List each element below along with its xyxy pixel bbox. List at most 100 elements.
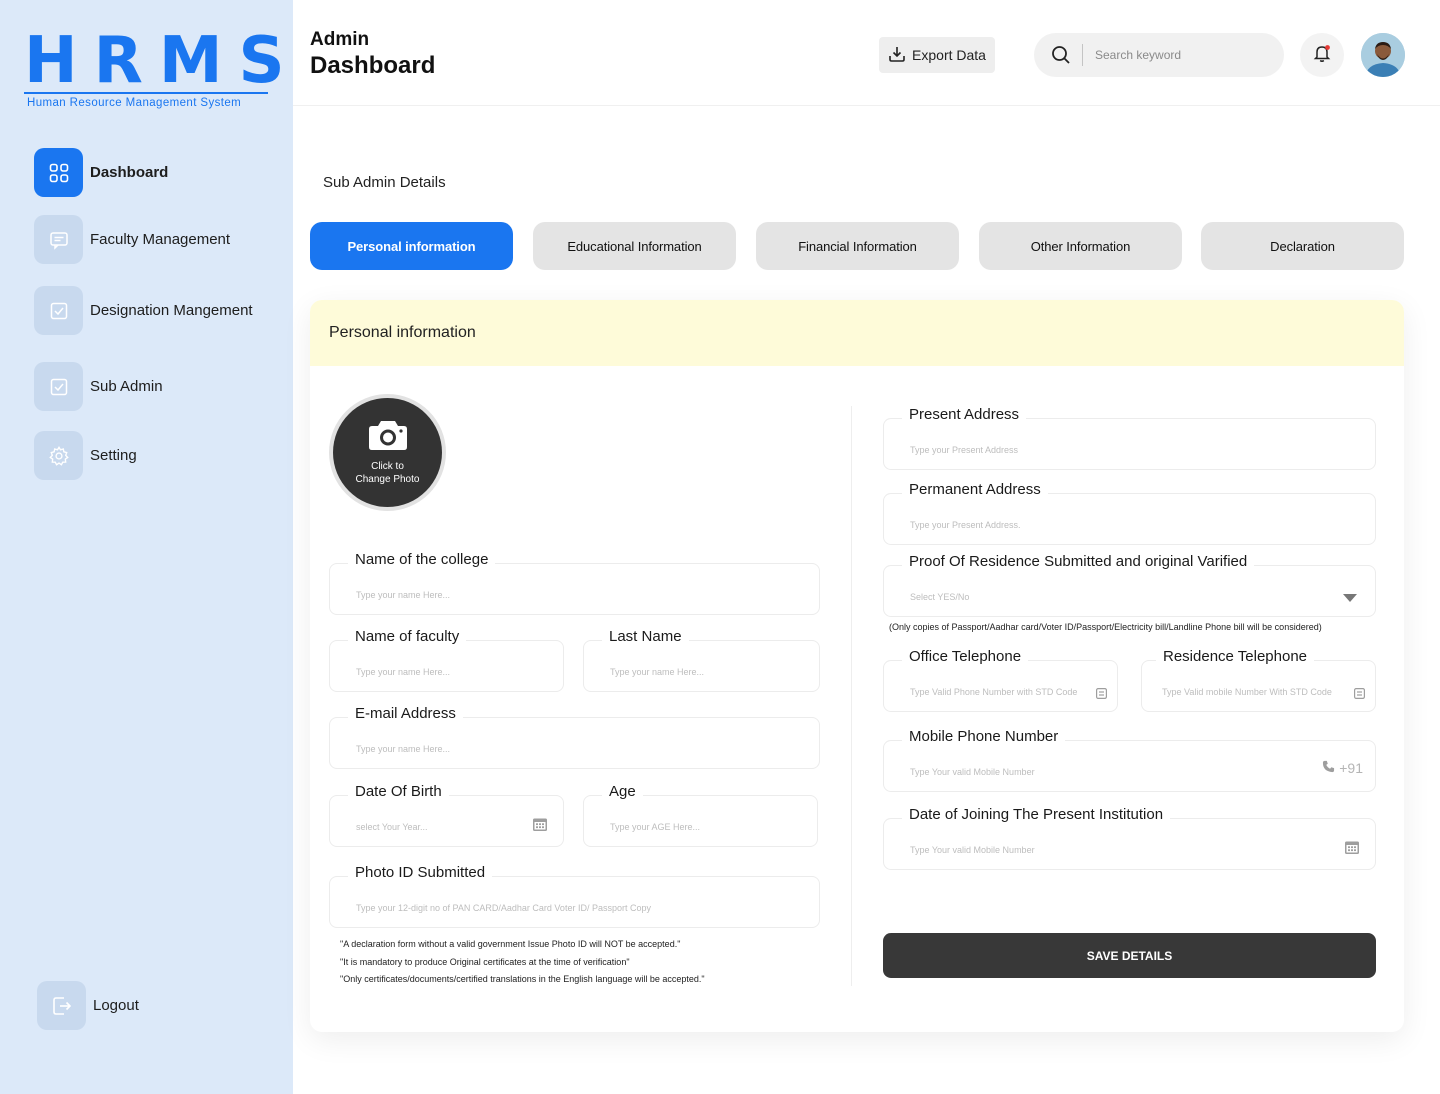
sidebar-item-label: Sub Admin — [90, 378, 163, 395]
field-label: Residence Telephone — [1156, 648, 1315, 665]
bell-icon — [1312, 43, 1332, 68]
sidebar-item-label: Setting — [90, 447, 137, 464]
download-icon — [888, 45, 906, 66]
field-placeholder: Type Your valid Mobile Number — [910, 767, 1035, 777]
photo-label-line2: Change Photo — [355, 474, 420, 485]
email-field[interactable]: E-mail Address Type your name Here... — [329, 705, 820, 769]
logout-button[interactable]: Logout — [37, 981, 139, 1030]
sidebar-item-setting[interactable]: Setting — [34, 431, 137, 480]
tab-educational-information[interactable]: Educational Information — [533, 222, 736, 270]
contact-card-icon — [1096, 686, 1108, 704]
declaration-note: "Only certificates/documents/certified t… — [340, 974, 705, 984]
field-label: Date of Joining The Present Institution — [902, 806, 1171, 823]
search-icon — [1050, 44, 1072, 66]
field-label: Mobile Phone Number — [902, 728, 1066, 745]
field-placeholder: select Your Year... — [356, 822, 428, 832]
date-of-birth-field[interactable]: Date Of Birth select Your Year... — [329, 783, 564, 847]
declaration-note: "It is mandatory to produce Original cer… — [340, 957, 630, 967]
photo-id-field[interactable]: Photo ID Submitted Type your 12-digit no… — [329, 864, 820, 928]
sidebar-item-designation-management[interactable]: Designation Mangement — [34, 286, 253, 335]
field-placeholder: Type your name Here... — [356, 744, 451, 754]
field-placeholder: Type your Present Address. — [910, 520, 1021, 530]
residence-telephone-field[interactable]: Residence Telephone Type Valid mobile Nu… — [1141, 648, 1376, 712]
country-code-label: +91 — [1339, 760, 1363, 776]
field-label: Name of the college — [348, 551, 496, 568]
present-address-field[interactable]: Present Address Type your Present Addres… — [883, 406, 1376, 470]
photo-label-line1: Click to — [371, 461, 404, 472]
export-data-label: Export Data — [912, 47, 986, 63]
calendar-icon[interactable] — [1345, 840, 1359, 859]
notification-button[interactable] — [1300, 33, 1344, 77]
field-placeholder: Type your 12-digit no of PAN CARD/Aadhar… — [356, 903, 651, 913]
field-placeholder: Type your Present Address — [910, 445, 1019, 455]
avatar[interactable] — [1361, 33, 1405, 77]
sidebar-item-label: Designation Mangement — [90, 302, 253, 319]
field-placeholder: Type your name Here... — [610, 667, 705, 677]
tab-declaration[interactable]: Declaration — [1201, 222, 1404, 270]
sidebar-item-label: Faculty Management — [90, 231, 231, 248]
search-divider — [1082, 44, 1083, 66]
field-label: Proof Of Residence Submitted and origina… — [902, 553, 1255, 570]
field-label: Age — [602, 783, 643, 800]
logout-label: Logout — [93, 997, 139, 1014]
field-label: Name of faculty — [348, 628, 467, 645]
faculty-name-field[interactable]: Name of faculty Type your name Here... — [329, 628, 564, 692]
export-data-button[interactable]: Export Data — [879, 37, 995, 73]
logo-subtitle: Human Resource Management System — [27, 97, 242, 109]
field-label: Permanent Address — [902, 481, 1048, 498]
joining-date-field[interactable]: Date of Joining The Present Institution … — [883, 806, 1376, 870]
office-telephone-field[interactable]: Office Telephone Type Valid Phone Number… — [883, 648, 1118, 712]
sidebar-item-sub-admin[interactable]: Sub Admin — [34, 362, 163, 411]
tab-financial-information[interactable]: Financial Information — [756, 222, 959, 270]
personal-information-card: Personal information Click to Change Pho… — [310, 300, 1404, 1032]
photo-label: Click to Change Photo — [356, 460, 420, 486]
last-name-field[interactable]: Last Name Type your name Here... — [583, 628, 820, 692]
sidebar: HRMS Human Resource Management System Da… — [0, 0, 293, 1094]
top-header: Admin Dashboard Export Data — [293, 0, 1440, 106]
field-placeholder: Type your name Here... — [356, 590, 451, 600]
sidebar-item-dashboard[interactable]: Dashboard — [34, 148, 168, 197]
change-photo-button[interactable]: Click to Change Photo — [329, 394, 446, 511]
sidebar-item-faculty-management[interactable]: Faculty Management — [34, 215, 230, 264]
search-input[interactable] — [1095, 48, 1265, 62]
logo[interactable]: HRMS Human Resource Management System — [24, 24, 301, 109]
country-code[interactable]: +91 — [1322, 760, 1363, 776]
logo-text: HRMS — [24, 24, 301, 98]
field-placeholder: Type Your valid Mobile Number — [910, 845, 1035, 855]
field-label: Office Telephone — [902, 648, 1029, 665]
mobile-phone-field[interactable]: Mobile Phone Number Type Your valid Mobi… — [883, 728, 1376, 792]
sidebar-item-label: Dashboard — [90, 164, 169, 181]
search-bar[interactable] — [1034, 33, 1284, 77]
checkbox-icon — [34, 362, 83, 411]
message-icon — [34, 215, 83, 264]
permanent-address-field[interactable]: Permanent Address Type your Present Addr… — [883, 481, 1376, 545]
residence-proof-select[interactable]: Proof Of Residence Submitted and origina… — [883, 553, 1376, 617]
tab-personal-information[interactable]: Personal information — [310, 222, 513, 270]
college-name-field[interactable]: Name of the college Type your name Here.… — [329, 551, 820, 615]
camera-icon — [368, 419, 408, 456]
tab-other-information[interactable]: Other Information — [979, 222, 1182, 270]
gear-icon — [34, 431, 83, 480]
field-label: Date Of Birth — [348, 783, 449, 800]
save-details-button[interactable]: SAVE DETAILS — [883, 933, 1376, 978]
field-placeholder: Type your name Here... — [356, 667, 451, 677]
field-label: Last Name — [602, 628, 689, 645]
column-divider — [851, 406, 852, 986]
header-role: Admin — [310, 29, 370, 50]
calendar-icon[interactable] — [533, 817, 547, 836]
contact-card-icon — [1354, 686, 1366, 704]
residence-proof-note: (Only copies of Passport/Aadhar card/Vot… — [889, 622, 1322, 632]
chevron-down-icon[interactable] — [1343, 589, 1357, 607]
field-label: E-mail Address — [348, 705, 463, 722]
age-field[interactable]: Age Type your AGE Here... — [583, 783, 818, 847]
phone-icon — [1322, 760, 1335, 776]
card-title: Personal information — [310, 300, 1404, 366]
checkbox-icon — [34, 286, 83, 335]
field-placeholder: Select YES/No — [910, 592, 970, 602]
grid-icon — [34, 148, 83, 197]
field-placeholder: Type Valid Phone Number with STD Code — [910, 687, 1078, 697]
field-label: Present Address — [902, 406, 1027, 423]
declaration-note: "A declaration form without a valid gove… — [340, 939, 681, 949]
field-label: Photo ID Submitted — [348, 864, 493, 881]
page-title: Dashboard — [310, 52, 436, 79]
